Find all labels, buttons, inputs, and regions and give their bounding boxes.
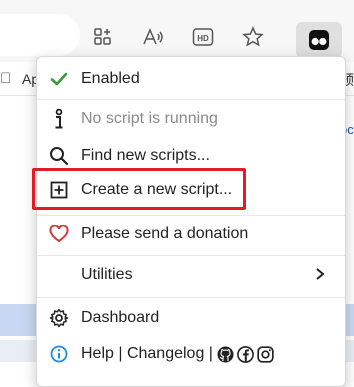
- donation-link[interactable]: Please send a donation: [37, 217, 345, 251]
- separator: [37, 297, 345, 298]
- separator: [37, 255, 345, 256]
- tampermonkey-icon: [309, 30, 329, 50]
- separator: [37, 99, 345, 100]
- dashboard-label: Dashboard: [81, 309, 160, 326]
- donation-label: Please send a donation: [81, 225, 249, 242]
- github-icon[interactable]: [217, 346, 234, 363]
- no-script-running: No script is running: [37, 102, 345, 136]
- favorite-star-icon[interactable]: [242, 26, 264, 48]
- heart-icon: [37, 225, 81, 243]
- help-changelog-row[interactable]: Help | Changelog |: [37, 337, 345, 371]
- highlight-annotation: [32, 168, 246, 210]
- utilities-submenu[interactable]: Utilities: [37, 258, 345, 292]
- instagram-icon[interactable]: [257, 345, 274, 363]
- info-circle-icon: [37, 345, 81, 363]
- svg-text:HD: HD: [197, 34, 209, 43]
- utilities-label: Utilities: [81, 266, 133, 283]
- tampermonkey-menu: Enabled No script is running Find new sc…: [36, 56, 346, 387]
- facebook-icon[interactable]: [237, 345, 254, 363]
- address-bar[interactable]: [0, 14, 80, 56]
- dashboard-link[interactable]: Dashboard: [37, 301, 345, 335]
- read-aloud-icon[interactable]: [142, 26, 164, 48]
- apple-icon[interactable]: : [0, 70, 11, 87]
- app-available-icon[interactable]: [92, 26, 114, 48]
- hd-icon[interactable]: HD: [192, 26, 214, 48]
- info-icon: [37, 108, 81, 130]
- check-icon: [37, 71, 81, 87]
- find-new-scripts-label: Find new scripts...: [81, 147, 210, 164]
- separator: [37, 215, 345, 216]
- enabled-toggle[interactable]: Enabled: [37, 62, 345, 96]
- tampermonkey-extension-button[interactable]: [296, 22, 342, 58]
- gear-icon: [37, 308, 81, 328]
- enabled-label: Enabled: [81, 70, 140, 87]
- chevron-right-icon: [315, 267, 325, 286]
- search-icon: [37, 146, 81, 166]
- help-changelog-label: Help | Changelog |: [81, 345, 213, 362]
- no-script-label: No script is running: [81, 110, 218, 127]
- browser-toolbar: HD: [0, 0, 354, 62]
